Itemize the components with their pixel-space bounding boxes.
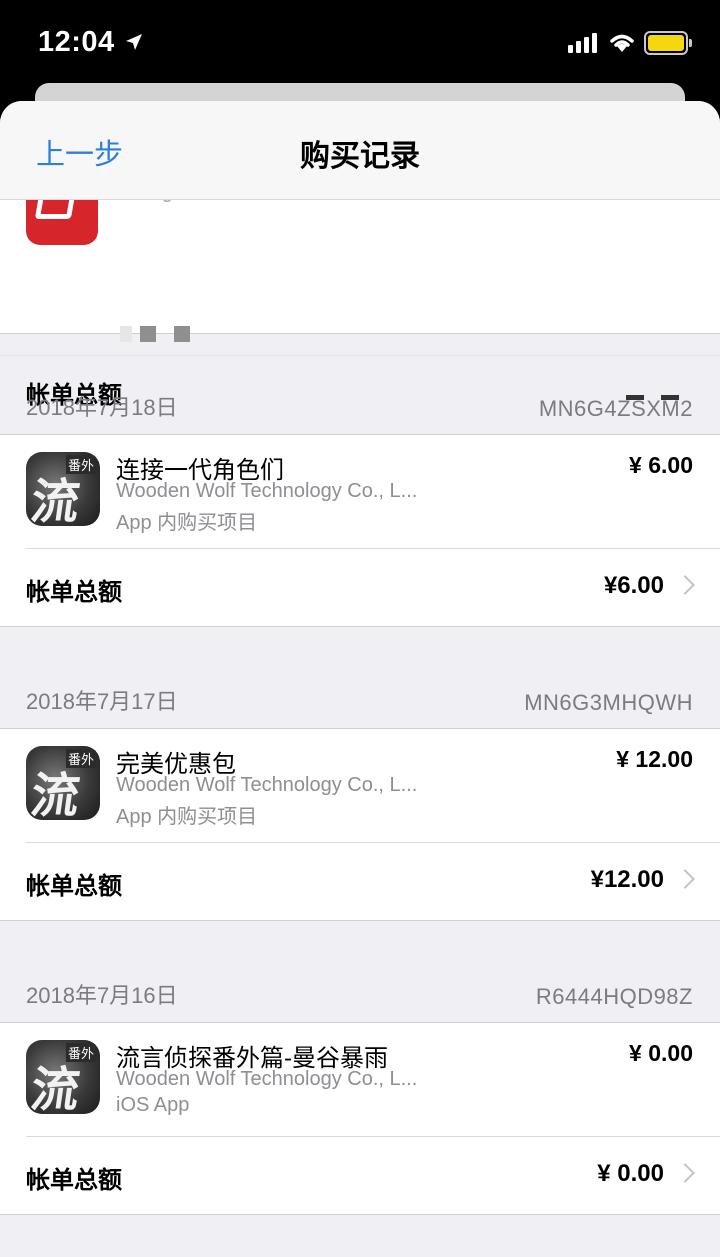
item-price: ¥ 6.00 — [629, 452, 693, 478]
chevron-right-icon — [675, 869, 695, 889]
order-id: R6444HQD98Z — [535, 984, 693, 1009]
total-value: ¥12.00 — [590, 866, 664, 893]
wifi-icon — [610, 34, 634, 52]
item-type: App 内购买项目 — [116, 806, 258, 828]
item-type: iOS App — [116, 1094, 190, 1116]
item-price: ¥ 12.00 — [616, 746, 693, 772]
purchase-item[interactable]: 流 番外 连接一代角色们 Wooden Wolf Technology Co.,… — [0, 435, 720, 548]
app-icon: 流 番外 — [26, 452, 100, 526]
bill-total-row[interactable]: 帐单总额 ¥6.00 — [0, 548, 720, 626]
total-label: 帐单总额 — [26, 873, 122, 900]
order-id: MN6G4ZSXM2 — [538, 396, 693, 421]
purchase-card: 流 番外 完美优惠包 Wooden Wolf Technology Co., L… — [0, 728, 720, 921]
item-price: ¥ 0.00 — [629, 1040, 693, 1066]
section-header: 2018年7月18日 MN6G4ZSXM2 — [0, 334, 720, 434]
purchase-section: 2018年7月16日 R6444HQD98Z 流 番外 流言侦探番外篇-曼谷暴雨… — [0, 922, 720, 1215]
developer-name: Wooden Wolf Technology Co., L... — [116, 1068, 418, 1090]
purchase-date: 2018年7月16日 — [26, 983, 178, 1008]
item-type: App 内购买项目 — [116, 512, 258, 534]
app-icon: 流 番外 — [26, 746, 100, 820]
total-label: 帐单总额 — [26, 1167, 122, 1194]
total-value: ¥ 0.00 — [597, 1160, 664, 1187]
purchase-date: 2018年7月17日 — [26, 689, 178, 714]
section-header: 2018年7月16日 R6444HQD98Z — [0, 922, 720, 1022]
purchase-history-sheet: 上一步 购买记录 Zhengzhou Lian Technolo 帐单总额 20… — [0, 101, 720, 1257]
purchase-item[interactable]: 流 番外 完美优惠包 Wooden Wolf Technology Co., L… — [0, 729, 720, 842]
bill-total-row[interactable]: 帐单总额 ¥ 0.00 — [0, 1136, 720, 1214]
purchase-date: 2018年7月18日 — [26, 395, 178, 420]
purchase-section: 2018年7月18日 MN6G4ZSXM2 流 番外 连接一代角色们 Woode… — [0, 334, 720, 627]
total-label: 帐单总额 — [26, 579, 122, 606]
partial-purchase-section: Zhengzhou Lian Technolo 帐单总额 — [0, 173, 720, 409]
section-header: 2018年7月17日 MN6G3MHQWH — [0, 628, 720, 728]
battery-icon — [644, 31, 692, 55]
page-title: 购买记录 — [300, 140, 420, 173]
developer-name: Wooden Wolf Technology Co., L... — [116, 480, 418, 502]
navigation-bar: 上一步 购买记录 — [0, 101, 720, 200]
purchase-card: 流 番外 流言侦探番外篇-曼谷暴雨 Wooden Wolf Technology… — [0, 1022, 720, 1215]
developer-name: Wooden Wolf Technology Co., L... — [116, 774, 418, 796]
cellular-signal-icon — [568, 33, 597, 53]
order-id: MN6G3MHQWH — [524, 690, 693, 715]
chevron-right-icon — [675, 575, 695, 595]
status-time: 12:04 — [38, 26, 115, 58]
purchase-card: 流 番外 连接一代角色们 Wooden Wolf Technology Co.,… — [0, 434, 720, 627]
bill-total-row[interactable]: 帐单总额 ¥12.00 — [0, 842, 720, 920]
total-value: ¥6.00 — [603, 572, 664, 599]
status-bar: 12:04 — [0, 0, 720, 88]
chevron-right-icon — [675, 1163, 695, 1183]
location-arrow-icon — [126, 34, 142, 50]
purchase-item[interactable]: 流 番外 流言侦探番外篇-曼谷暴雨 Wooden Wolf Technology… — [0, 1023, 720, 1136]
purchase-section: 2018年7月17日 MN6G3MHQWH 流 番外 完美优惠包 Wooden … — [0, 628, 720, 921]
app-icon: 流 番外 — [26, 1040, 100, 1114]
